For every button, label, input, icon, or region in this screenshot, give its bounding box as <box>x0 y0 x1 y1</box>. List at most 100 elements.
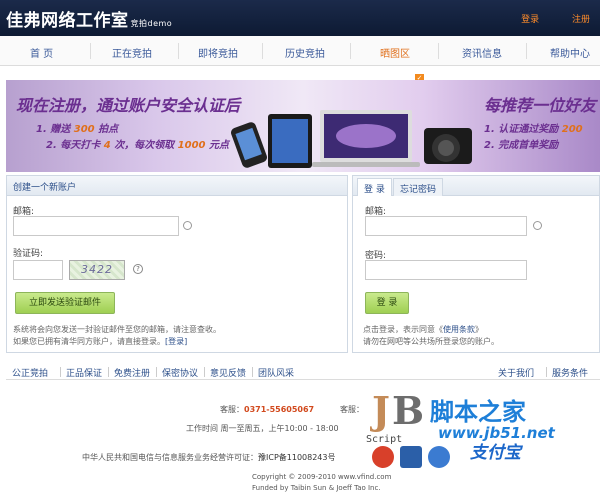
captcha-image[interactable]: 3422 <box>69 260 125 280</box>
register-note-1: 系统将会向您发送一封验证邮件至您的邮箱，请注意查收。 <box>13 325 221 334</box>
police-badge-icon[interactable] <box>372 446 394 468</box>
banner-line-1: 1. 赠送 300 拍点 <box>36 120 118 135</box>
tab-forgot-password[interactable]: 忘记密码 <box>393 178 444 196</box>
login-link[interactable]: 登录 <box>521 15 539 25</box>
login-button[interactable]: 登 录 <box>365 292 409 314</box>
register-email-input[interactable] <box>13 216 179 236</box>
watermark-site-url: www.jb51.net <box>438 424 555 442</box>
nav-news[interactable]: 资讯信息 <box>462 45 502 60</box>
terms-link[interactable]: 使用条款 <box>443 325 475 334</box>
banner-right-line-1: 1. 认证通过奖励 200 <box>484 120 583 135</box>
footer-link-fair[interactable]: 公正竞拍 <box>12 366 48 379</box>
footer-divider <box>252 367 253 377</box>
nav-current-auctions[interactable]: 正在竞拍 <box>112 45 152 60</box>
footer-link-service[interactable]: 服务条件 <box>552 366 588 379</box>
nav-divider <box>178 43 179 59</box>
register-note-2: 如果您已拥有清华同方账户，请直接登录。[登录] <box>13 336 343 348</box>
working-hours: 工作时间 周一至周五，上午10:00 - 18:00 <box>186 424 339 433</box>
banner-text: 元点 <box>209 140 229 151</box>
login-note-text: 点击登录，表示同意《 <box>363 325 443 334</box>
products-image <box>231 110 472 168</box>
banner-text: 拍点 <box>98 124 119 135</box>
svg-text:B: B <box>392 388 422 433</box>
banner-highlight: 4 <box>103 140 111 151</box>
banner-line-2: 2. 每天打卡 4 次，每次领取 1000 元点 <box>46 136 229 151</box>
captcha-label: 验证码: <box>13 249 44 259</box>
send-verification-button[interactable]: 立即发送验证邮件 <box>15 292 115 314</box>
login-panel-header: 登 录 忘记密码 <box>353 176 599 196</box>
banner-right-title: 每推荐一位好友 <box>484 96 597 115</box>
footer-link-team[interactable]: 团队风采 <box>258 366 294 379</box>
captcha-input[interactable] <box>13 260 63 280</box>
footer-divider <box>546 367 547 377</box>
login-note-1: 点击登录，表示同意《使用条款》 <box>363 324 597 336</box>
footer-links: 公正竞拍 正品保证 免费注册 保密协议 意见反馈 团队风采 关于我们 服务条件 <box>6 364 600 380</box>
tab-login[interactable]: 登 录 <box>357 178 392 196</box>
powered-by: Funded by Taibin Sun & Joeff Tao Inc. <box>252 484 381 492</box>
credit-badge-icon[interactable] <box>400 446 422 468</box>
svg-text:J: J <box>370 388 390 433</box>
nav-divider <box>526 43 527 59</box>
status-circle-icon <box>533 221 542 230</box>
banner-text: 1. 赠送 <box>36 124 71 135</box>
nav-history-auctions[interactable]: 历史竞拍 <box>285 45 325 60</box>
login-email-input[interactable] <box>365 216 527 236</box>
login-note-2: 请勿在网吧等公共场所登录您的账户。 <box>363 337 499 346</box>
top-links: 登录 注册 <box>491 12 590 25</box>
login-panel: 登 录 忘记密码 邮箱: 密码: 登 录 点击登录，表示同意《使用条款》 请勿在… <box>352 175 600 353</box>
logo-subtitle: 竞拍demo <box>130 19 173 28</box>
nav-help[interactable]: 帮助中心 <box>550 45 590 60</box>
banner-right-line-2: 2. 完成首单奖励 <box>484 140 559 151</box>
hotline-2-label: 客服： <box>340 405 364 414</box>
help-icon[interactable]: ? <box>133 264 143 274</box>
register-panel: 创建一个新账户 邮箱: 验证码: 3422 ? 立即发送验证邮件 系统将会向您发… <box>6 175 348 353</box>
top-header: 佳弗网络工作室 竞拍demo 登录 注册 <box>0 0 600 36</box>
nav-showcase[interactable]: 晒图区 <box>380 45 410 60</box>
footer-link-privacy[interactable]: 保密协议 <box>162 366 198 379</box>
banner-highlight: 1000 <box>177 140 206 151</box>
register-link[interactable]: 注册 <box>572 15 590 25</box>
banner-highlight: 200 <box>561 124 583 135</box>
login-password-input[interactable] <box>365 260 527 280</box>
nav-divider <box>90 43 91 59</box>
hotline-number: 0371-55605067 <box>244 405 315 414</box>
register-panel-header: 创建一个新账户 <box>7 176 347 196</box>
footer-link-feedback[interactable]: 意见反馈 <box>210 366 246 379</box>
footer-link-register[interactable]: 免费注册 <box>114 366 150 379</box>
register-panel-title: 创建一个新账户 <box>13 183 77 193</box>
hotline-label: 客服： <box>220 405 244 414</box>
footer-divider <box>156 367 157 377</box>
footer-link-about[interactable]: 关于我们 <box>498 366 534 379</box>
main-nav: 首 页 正在竞拍 即将竞拍 历史竞拍 晒图区 ✓ 资讯信息 帮助中心 <box>0 36 600 83</box>
footer-divider <box>108 367 109 377</box>
icp-label: 中华人民共和国电信与信息服务业务经营许可证： <box>82 453 258 462</box>
icp-link[interactable]: 豫ICP备11008243号 <box>258 453 336 462</box>
watermark-logo-icon: J B <box>370 384 422 436</box>
banner-text: 2. 每天打卡 <box>46 140 101 151</box>
copyright: Copyright © 2009-2010 www.vfind.com <box>252 473 392 481</box>
status-circle-icon <box>183 221 192 230</box>
footer-link-genuine[interactable]: 正品保证 <box>66 366 102 379</box>
footer-divider <box>60 367 61 377</box>
banner-text: 次，每次领取 <box>114 140 175 151</box>
nav-divider <box>438 43 439 59</box>
logo-text: 佳弗网络工作室 <box>6 11 129 31</box>
banner-text: 1. 认证通过奖励 <box>484 124 559 135</box>
hotline: 客服：0371-55605067 <box>220 404 314 415</box>
login-note-text: 》 <box>475 325 483 334</box>
banner-highlight: 300 <box>73 124 95 135</box>
nav-home[interactable]: 首 页 <box>30 45 53 60</box>
watermark-site-name: 脚本之家 <box>430 398 526 426</box>
nav-upcoming-auctions[interactable]: 即将竞拍 <box>198 45 238 60</box>
banner-title: 现在注册，通过账户安全认证后 <box>16 96 241 115</box>
promo-banner[interactable]: 现在注册，通过账户安全认证后 1. 赠送 300 拍点 2. 每天打卡 4 次，… <box>6 80 600 172</box>
footer-divider <box>204 367 205 377</box>
register-note-text: 如果您已拥有清华同方账户，请直接登录。 <box>13 337 165 346</box>
nav-divider <box>262 43 263 59</box>
login-link-inline[interactable]: [登录] <box>165 337 187 346</box>
watermark-script: Script <box>366 434 403 445</box>
icp-license: 中华人民共和国电信与信息服务业务经营许可证：豫ICP备11008243号 <box>82 452 336 463</box>
site-logo[interactable]: 佳弗网络工作室 竞拍demo <box>6 6 172 31</box>
nav-divider <box>350 43 351 59</box>
security-badge-icon[interactable] <box>428 446 450 468</box>
